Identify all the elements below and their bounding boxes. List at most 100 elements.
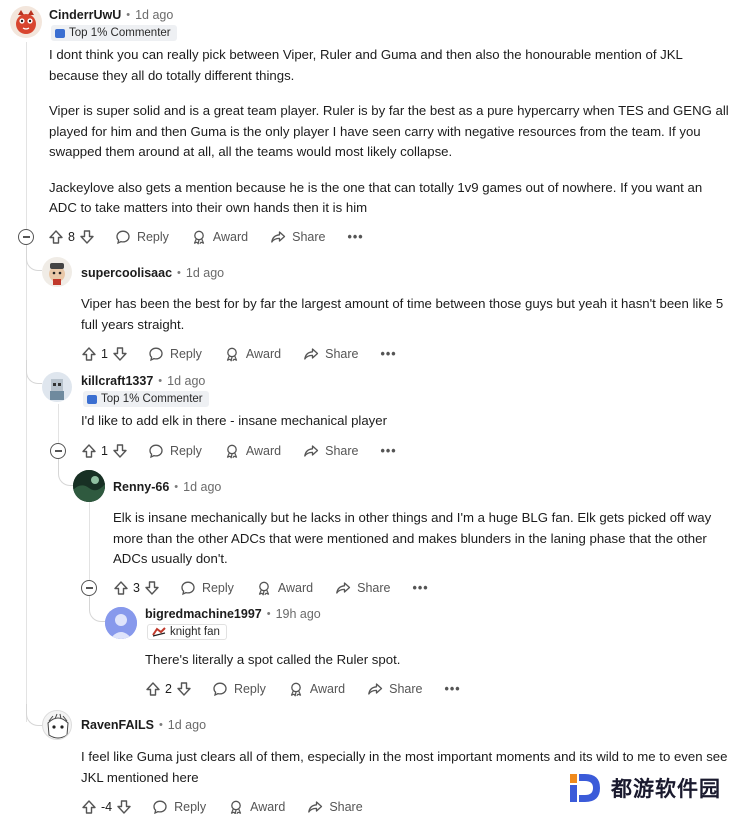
award-button[interactable]: Award (191, 229, 248, 245)
knight-flair-icon (152, 627, 166, 637)
avatar[interactable] (42, 372, 72, 402)
comment-paragraph: Viper is super solid and is a great team… (49, 103, 729, 159)
reply-icon (115, 229, 131, 245)
downvote-icon[interactable] (116, 799, 132, 814)
more-options-button[interactable]: ••• (381, 444, 397, 458)
share-button[interactable]: Share (367, 681, 423, 697)
comment-body: Elk is insane mechanically but he lacks … (113, 508, 733, 570)
upvote-icon[interactable] (48, 229, 64, 245)
downvote-icon[interactable] (176, 681, 192, 697)
comment-meta: supercoolisaac • 1d ago (81, 266, 225, 280)
watermark-logo: 都游软件园 (543, 762, 743, 814)
upvote-icon[interactable] (81, 346, 97, 362)
share-icon (303, 443, 319, 459)
username-link[interactable]: bigredmachine1997 (145, 607, 262, 621)
upvote-icon[interactable] (81, 799, 97, 814)
comment-paragraph: Viper has been the best for by far the l… (81, 296, 724, 332)
avatar[interactable] (42, 710, 72, 740)
comment-paragraph: I dont think you can really pick between… (49, 47, 683, 83)
vote-group: 1 (81, 346, 128, 362)
downvote-icon[interactable] (79, 229, 95, 245)
comment-actions: 2 Reply Award Share ••• (145, 678, 461, 700)
award-button[interactable]: Award (228, 799, 285, 814)
award-button[interactable]: Award (224, 443, 281, 459)
thread-line-killcraft (58, 404, 59, 444)
reply-button[interactable]: Reply (115, 229, 169, 245)
comment-body: I dont think you can really pick between… (49, 45, 729, 219)
vote-group: 3 (113, 580, 160, 596)
comment-meta: CinderrUwU • 1d ago (49, 8, 174, 22)
comment-meta: Renny-66 • 1d ago (113, 480, 222, 494)
comment-body: I'd like to add elk in there - insane me… (81, 411, 731, 432)
avatar[interactable] (10, 6, 42, 38)
share-icon (335, 580, 351, 596)
comment-paragraph: Elk is insane mechanically but he lacks … (113, 510, 712, 566)
user-flair: Top 1% Commenter (83, 391, 209, 407)
award-icon (224, 443, 240, 459)
reply-button[interactable]: Reply (148, 346, 202, 362)
username-link[interactable]: killcraft1337 (81, 374, 153, 388)
reply-button[interactable]: Reply (148, 443, 202, 459)
comment-actions: -4 Reply Award Share (81, 796, 385, 814)
username-link[interactable]: RavenFAILS (81, 718, 154, 732)
comment-paragraph: I'd like to add elk in there - insane me… (81, 413, 387, 428)
upvote-icon[interactable] (145, 681, 161, 697)
reply-button[interactable]: Reply (152, 799, 206, 814)
vote-group: -4 (81, 799, 132, 814)
share-button[interactable]: Share (270, 229, 326, 245)
username-link[interactable]: supercoolisaac (81, 266, 172, 280)
timestamp[interactable]: 1d ago (135, 8, 173, 22)
comment-body: Viper has been the best for by far the l… (81, 294, 731, 335)
reply-button[interactable]: Reply (212, 681, 266, 697)
vote-group: 2 (145, 681, 192, 697)
user-flair: knight fan (147, 624, 227, 640)
more-options-button[interactable]: ••• (445, 682, 461, 696)
share-button[interactable]: Share (303, 346, 359, 362)
user-flair: Top 1% Commenter (51, 25, 177, 41)
collapse-thread-button[interactable] (50, 443, 66, 459)
vote-count: 2 (165, 682, 172, 696)
vote-count: -4 (101, 800, 113, 814)
timestamp[interactable]: 19h ago (276, 607, 321, 621)
upvote-icon[interactable] (81, 443, 97, 459)
downvote-icon[interactable] (112, 443, 128, 459)
timestamp[interactable]: 1d ago (183, 480, 221, 494)
reply-icon (152, 799, 168, 814)
watermark-d-icon (570, 774, 600, 802)
downvote-icon[interactable] (144, 580, 160, 596)
award-button[interactable]: Award (256, 580, 313, 596)
award-icon (288, 681, 304, 697)
reply-button[interactable]: Reply (180, 580, 234, 596)
more-options-button[interactable]: ••• (348, 230, 364, 244)
upvote-icon[interactable] (113, 580, 129, 596)
award-button[interactable]: Award (288, 681, 345, 697)
reply-icon (180, 580, 196, 596)
avatar[interactable] (42, 257, 72, 287)
vote-count: 1 (101, 347, 108, 361)
vote-count: 1 (101, 444, 108, 458)
timestamp[interactable]: 1d ago (186, 266, 224, 280)
timestamp[interactable]: 1d ago (168, 718, 206, 732)
username-link[interactable]: CinderrUwU (49, 8, 121, 22)
share-icon (303, 346, 319, 362)
more-options-button[interactable]: ••• (381, 347, 397, 361)
share-button[interactable]: Share (307, 799, 363, 814)
award-button[interactable]: Award (224, 346, 281, 362)
timestamp[interactable]: 1d ago (167, 374, 205, 388)
thread-line-renny (89, 502, 90, 580)
username-link[interactable]: Renny-66 (113, 480, 169, 494)
avatar[interactable] (73, 470, 105, 502)
award-icon (191, 229, 207, 245)
thread-curve (58, 458, 74, 486)
share-button[interactable]: Share (335, 580, 391, 596)
avatar[interactable] (105, 607, 137, 639)
comment-actions: 3 Reply Award Share ••• (113, 577, 429, 599)
thread-curve (89, 596, 105, 622)
vote-count: 8 (68, 230, 75, 244)
more-options-button[interactable]: ••• (413, 581, 429, 595)
downvote-icon[interactable] (112, 346, 128, 362)
share-button[interactable]: Share (303, 443, 359, 459)
collapse-thread-button[interactable] (81, 580, 97, 596)
collapse-thread-button[interactable] (18, 229, 34, 245)
watermark-text: 都游软件园 (611, 778, 721, 801)
